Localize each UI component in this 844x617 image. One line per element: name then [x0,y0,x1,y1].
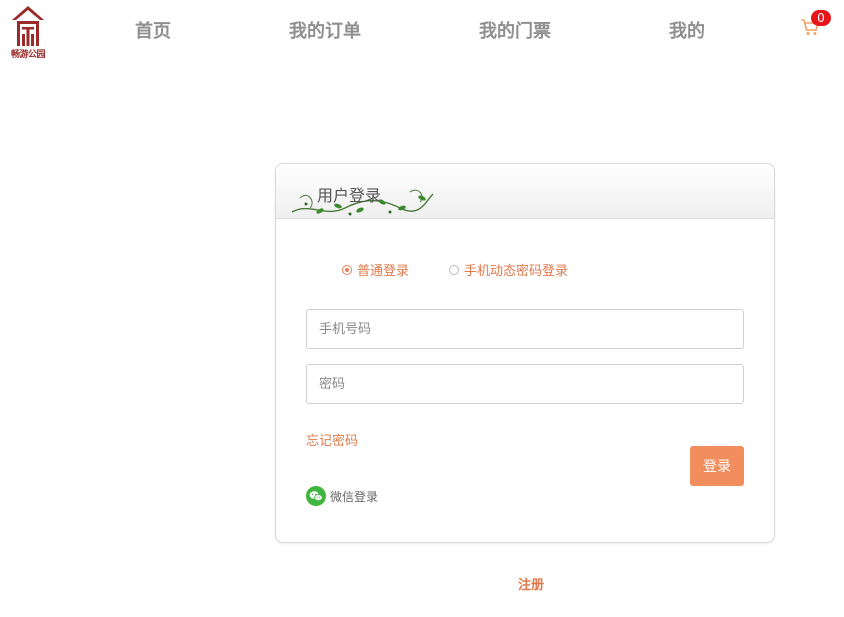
cart-count-badge: 0 [811,10,831,26]
logo-text: 畅游公园 [10,50,46,60]
nav-home[interactable]: 首页 [135,17,171,43]
wechat-login-label: 微信登录 [330,489,379,504]
park-gate-logo-icon [12,6,44,46]
login-mode-sms[interactable]: 手机动态密码登录 [449,260,568,279]
login-mode-sms-label: 手机动态密码登录 [464,264,569,279]
login-mode-normal-label: 普通登录 [357,264,410,279]
nav-my-orders[interactable]: 我的订单 [289,17,361,43]
radio-selected-icon [342,264,352,275]
phone-input[interactable] [306,309,744,349]
password-input[interactable] [306,364,744,404]
login-panel-header: 用户登录 [276,164,774,219]
logo[interactable]: 畅游公园 [8,4,48,60]
radio-unselected-icon [449,264,459,275]
forgot-password-link[interactable]: 忘记密码 [306,430,358,449]
login-mode-normal[interactable]: 普通登录 [342,260,409,279]
nav-my-tickets[interactable]: 我的门票 [479,17,551,43]
nav-mine[interactable]: 我的 [669,17,705,43]
wechat-login-link[interactable]: 微信登录 [306,486,378,506]
login-panel: 用户登录 普通登录 手机动态密码登录 忘记密码 登录 微信登录 [275,163,775,543]
login-title: 用户登录 [317,186,382,205]
login-button[interactable]: 登录 [690,446,744,486]
wechat-icon [306,486,326,506]
register-link[interactable]: 注册 [518,574,544,593]
